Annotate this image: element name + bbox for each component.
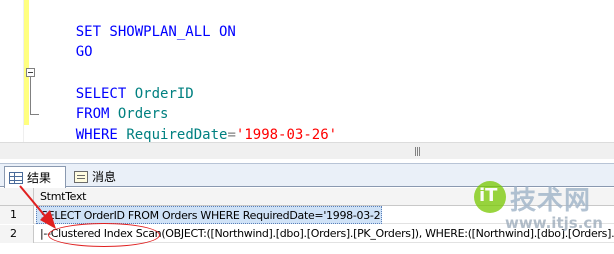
- keyword: WHERE: [75, 127, 118, 143]
- tab-messages-label: 消息: [92, 170, 117, 184]
- watermark-logo-text: iT: [479, 185, 498, 206]
- row-number[interactable]: 2: [0, 225, 34, 243]
- query-editor[interactable]: SET SHOWPLAN_ALL ON GO SELECT OrderID FR…: [0, 0, 614, 143]
- row-number[interactable]: 1: [0, 206, 34, 224]
- annotation-ellipse: [48, 223, 160, 247]
- tab-messages[interactable]: 消息: [70, 166, 122, 187]
- horizontal-scrollbar[interactable]: |||: [0, 142, 614, 159]
- keyword: SET SHOWPLAN_ALL ON: [75, 24, 236, 40]
- tab-results-label: 结果: [27, 171, 52, 185]
- identifier: RequiredDate: [126, 127, 228, 143]
- tab-results[interactable]: 结果: [4, 166, 66, 188]
- watermark-title: 技术网: [510, 186, 592, 216]
- grid-icon: [9, 171, 23, 184]
- collapse-toggle-icon[interactable]: [26, 68, 35, 77]
- fold-guide-end: [30, 114, 39, 115]
- message-icon: [74, 170, 88, 183]
- operator: =: [227, 127, 236, 143]
- grid-select-all[interactable]: [0, 188, 34, 206]
- table-cell[interactable]: SELECT OrderID FROM Orders WHERE Require…: [36, 206, 382, 224]
- string-literal: '1998-03-26': [235, 127, 338, 143]
- fold-guide: [30, 77, 31, 115]
- watermark-url: www.itjs.cn: [505, 214, 603, 232]
- scroll-grip-icon: |||: [414, 147, 421, 157]
- watermark-logo: iT: [474, 181, 506, 213]
- column-header-stmttext[interactable]: StmtText: [40, 190, 86, 203]
- keyword: GO: [75, 44, 93, 60]
- change-tracking-bar: [24, 0, 29, 125]
- editor-margin: [0, 0, 24, 142]
